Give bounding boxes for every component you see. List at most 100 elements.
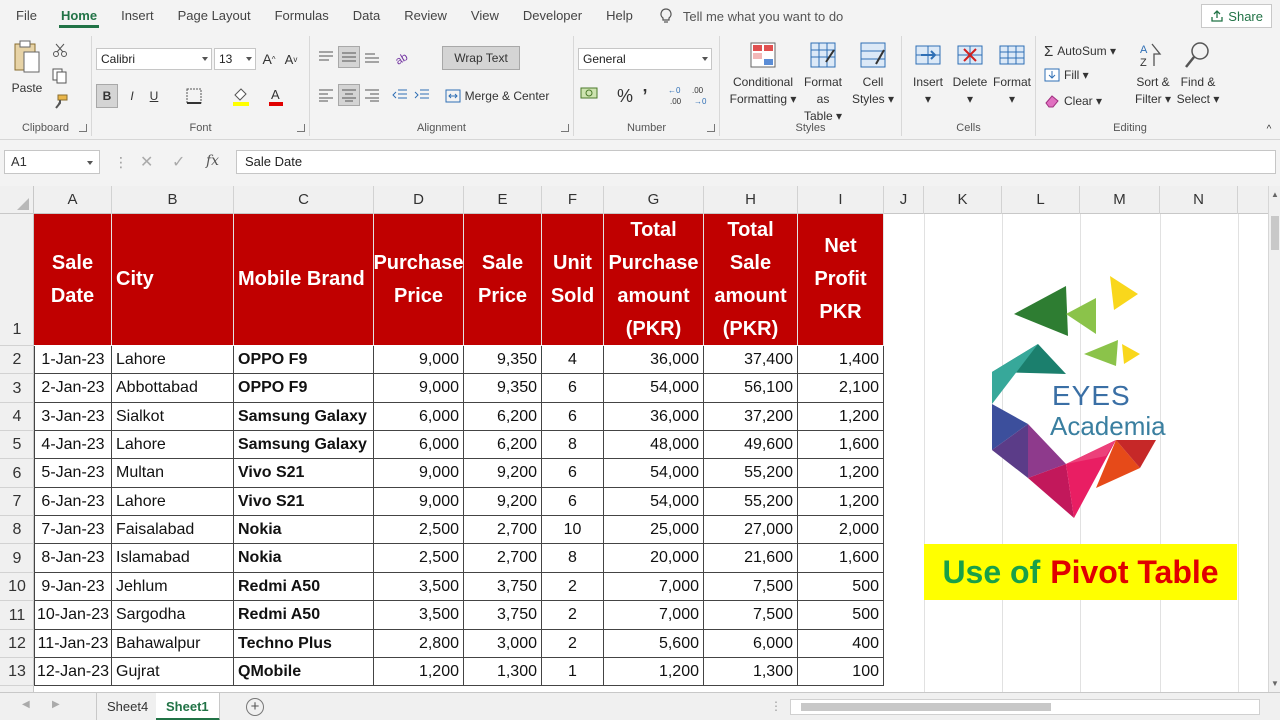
borders-icon[interactable] [186, 88, 202, 104]
orientation-icon[interactable]: ab [394, 48, 416, 66]
col-header-c[interactable]: C [234, 186, 374, 214]
merge-center-button[interactable]: Merge & Center [442, 84, 552, 108]
cell-net-profit[interactable]: 1,200 [798, 403, 884, 431]
cell-sale-date[interactable]: 9-Jan-23 [34, 573, 112, 601]
cell-total-purchase[interactable]: 54,000 [604, 488, 704, 516]
wrap-text-button[interactable]: Wrap Text [442, 46, 520, 70]
add-sheet-button[interactable]: + [246, 698, 264, 716]
row-header-13[interactable]: 13 [0, 658, 34, 686]
header-cell-total-sale[interactable]: Total Sale amount (PKR) [704, 214, 798, 346]
increase-indent-icon[interactable] [414, 88, 430, 102]
format-as-table-button[interactable]: Format as Table ▾ [798, 40, 848, 125]
prev-sheet-icon[interactable]: ◀ [22, 699, 30, 710]
cell-sale-date[interactable]: 1-Jan-23 [34, 346, 112, 374]
copy-icon[interactable] [52, 68, 70, 84]
name-box[interactable]: A1 [4, 150, 100, 174]
cell-total-purchase[interactable]: 36,000 [604, 346, 704, 374]
vertical-scroll-thumb[interactable] [1271, 216, 1279, 250]
cell-unit-sold[interactable]: 2 [542, 630, 604, 658]
tab-help[interactable]: Help [594, 0, 645, 32]
cell-net-profit[interactable]: 500 [798, 601, 884, 630]
cell-net-profit[interactable]: 500 [798, 573, 884, 601]
row-header-6[interactable]: 6 [0, 459, 34, 488]
header-cell-unit-sold[interactable]: Unit Sold [542, 214, 604, 346]
align-top-icon[interactable] [318, 50, 334, 64]
tab-page-layout[interactable]: Page Layout [166, 0, 263, 32]
col-header-h[interactable]: H [704, 186, 798, 214]
cell-total-sale[interactable]: 56,100 [704, 374, 798, 403]
cell-city[interactable]: Gujrat [112, 658, 234, 686]
cell-styles-button[interactable]: Cell Styles ▾ [850, 40, 896, 108]
cell-total-sale[interactable]: 21,600 [704, 544, 798, 573]
cell-purchase-price[interactable]: 6,000 [374, 403, 464, 431]
cell-unit-sold[interactable]: 6 [542, 403, 604, 431]
cell-total-sale[interactable]: 49,600 [704, 431, 798, 459]
sort-filter-button[interactable]: AZ Sort & Filter ▾ [1132, 40, 1174, 108]
number-launcher-icon[interactable] [707, 124, 715, 132]
cell-city[interactable]: Lahore [112, 488, 234, 516]
cell-unit-sold[interactable]: 8 [542, 431, 604, 459]
conditional-formatting-button[interactable]: Conditional Formatting ▾ [728, 40, 798, 108]
cell-sale-date[interactable]: 4-Jan-23 [34, 431, 112, 459]
tab-view[interactable]: View [459, 0, 511, 32]
cell-total-sale[interactable]: 55,200 [704, 488, 798, 516]
cell-total-sale[interactable]: 37,400 [704, 346, 798, 374]
cell-city[interactable]: Islamabad [112, 544, 234, 573]
format-painter-icon[interactable] [52, 94, 68, 110]
header-cell-mobile-brand[interactable]: Mobile Brand [234, 214, 374, 346]
sheet-tab-sheet4[interactable]: Sheet4 [96, 693, 160, 720]
clipboard-launcher-icon[interactable] [79, 124, 87, 132]
cut-icon[interactable] [52, 42, 68, 58]
cell-purchase-price[interactable]: 1,200 [374, 658, 464, 686]
cell-net-profit[interactable]: 1,600 [798, 431, 884, 459]
row-header-12[interactable]: 12 [0, 630, 34, 658]
confirm-entry-icon[interactable]: ✓ [172, 152, 185, 172]
align-left-icon[interactable] [318, 88, 334, 102]
bold-button[interactable]: B [96, 84, 118, 108]
cell-unit-sold[interactable]: 8 [542, 544, 604, 573]
tab-home[interactable]: Home [49, 0, 109, 32]
cell-mobile-brand[interactable]: Redmi A50 [234, 601, 374, 630]
cell-sale-price[interactable]: 9,200 [464, 488, 542, 516]
cell-purchase-price[interactable]: 9,000 [374, 488, 464, 516]
increase-decimal-icon[interactable]: ←0.00 [668, 84, 688, 106]
cell-mobile-brand[interactable]: Nokia [234, 516, 374, 544]
font-launcher-icon[interactable] [297, 124, 305, 132]
paste-button[interactable]: Paste [8, 40, 46, 97]
header-cell-net-profit[interactable]: Net Profit PKR [798, 214, 884, 346]
cell-purchase-price[interactable]: 9,000 [374, 459, 464, 488]
scroll-up-icon[interactable]: ▲ [1271, 190, 1279, 199]
scroll-down-icon[interactable]: ▼ [1271, 679, 1279, 688]
col-header-a[interactable]: A [34, 186, 112, 214]
cell-mobile-brand[interactable]: Nokia [234, 544, 374, 573]
cell-sale-date[interactable]: 6-Jan-23 [34, 488, 112, 516]
cell-mobile-brand[interactable]: Techno Plus [234, 630, 374, 658]
row-header-4[interactable]: 4 [0, 403, 34, 431]
comma-style-button[interactable]: ’ [638, 84, 652, 108]
formula-input[interactable]: Sale Date [236, 150, 1276, 174]
cell-purchase-price[interactable]: 2,500 [374, 544, 464, 573]
cell-purchase-price[interactable]: 3,500 [374, 601, 464, 630]
col-header-f[interactable]: F [542, 186, 604, 214]
cell-sale-date[interactable]: 7-Jan-23 [34, 516, 112, 544]
cell-unit-sold[interactable]: 4 [542, 346, 604, 374]
cell-mobile-brand[interactable]: OPPO F9 [234, 346, 374, 374]
row-header-9[interactable]: 9 [0, 544, 34, 573]
number-format-select[interactable]: General [578, 48, 712, 70]
cell-sale-date[interactable]: 12-Jan-23 [34, 658, 112, 686]
row-header-5[interactable]: 5 [0, 431, 34, 459]
tab-file[interactable]: File [4, 0, 49, 32]
cell-purchase-price[interactable]: 2,800 [374, 630, 464, 658]
row-header-3[interactable]: 3 [0, 374, 34, 403]
cell-net-profit[interactable]: 2,100 [798, 374, 884, 403]
align-center-icon[interactable] [338, 84, 360, 106]
row-header-1[interactable]: 1 [0, 214, 34, 346]
cell-sale-date[interactable]: 8-Jan-23 [34, 544, 112, 573]
fill-button[interactable]: Fill ▾ [1044, 64, 1104, 86]
cell-total-purchase[interactable]: 1,200 [604, 658, 704, 686]
cell-unit-sold[interactable]: 1 [542, 658, 604, 686]
cell-city[interactable]: Sialkot [112, 403, 234, 431]
cell-unit-sold[interactable]: 2 [542, 573, 604, 601]
underline-button[interactable]: U [144, 84, 164, 108]
cell-total-sale[interactable]: 1,300 [704, 658, 798, 686]
